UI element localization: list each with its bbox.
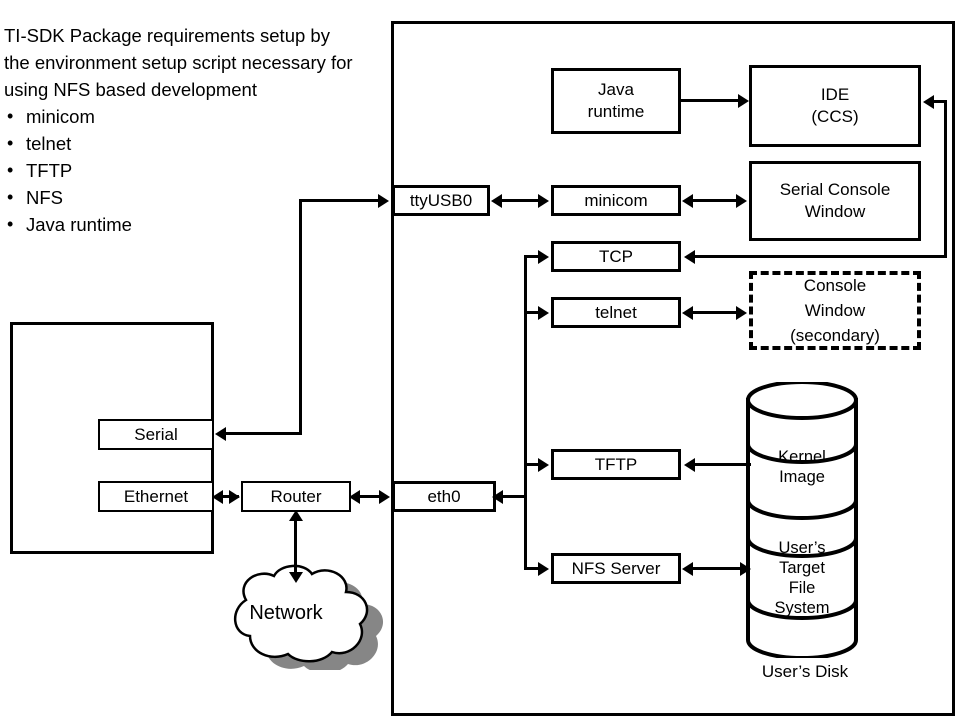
connector-ide-feedback-vertical [944,100,947,258]
disk-segment-target-filesystem: User’s Target File System [774,539,830,617]
serial-port-box[interactable]: Serial [98,419,214,450]
tftp-box[interactable]: TFTP [551,449,681,480]
users-disk-caption: User’s Disk [761,662,849,681]
arrowhead-up [289,510,303,521]
arrowhead-right [736,305,747,320]
list-item: telnet [4,130,354,157]
arrowhead-left [923,95,934,109]
arrowhead-right [538,193,549,208]
arrowhead-right [538,249,549,264]
arrowhead-right [740,561,751,576]
connector-disk-to-tftp [695,463,751,466]
java-runtime-box[interactable]: Java runtime [551,68,681,134]
connector-minicom-serialconsole [685,199,741,202]
connector-nfs-to-disk [685,567,747,570]
list-item: TFTP [4,157,354,184]
arrowhead-right [736,193,747,208]
arrowhead-left [684,250,695,264]
arrowhead-right [538,561,549,576]
requirements-heading: TI-SDK Package requirements setup by the… [4,25,353,100]
arrowhead-left [682,193,693,208]
router-box[interactable]: Router [241,481,351,512]
arrowhead-left [215,427,226,441]
network-cloud-label: Network [249,602,323,624]
arrowhead-left [349,490,360,504]
connector-eth0-bus-vertical [524,255,527,568]
arrowhead-right [538,305,549,320]
eth0-box[interactable]: eth0 [392,481,496,512]
arrowhead-down [289,572,303,583]
connector-ttyusb0-elbow-top [299,199,379,202]
connector-eth0-to-bus [503,495,527,498]
list-item: minicom [4,103,354,130]
console-window-secondary-box[interactable]: Console Window (secondary) [749,271,921,350]
arrowhead-left [491,193,502,208]
arrowhead-left [682,561,693,576]
diagram-canvas: TI-SDK Package requirements setup by the… [0,0,960,720]
arrowhead-left [492,490,503,504]
arrowhead-right [229,490,240,504]
arrowhead-right [738,93,749,108]
connector-java-to-ide [681,99,739,102]
connector-router-network [294,516,297,576]
ethernet-port-box[interactable]: Ethernet [98,481,214,512]
connector-telnet-console [685,311,741,314]
nfs-server-box[interactable]: NFS Server [551,553,681,584]
tty-usb0-box[interactable]: ttyUSB0 [392,185,490,216]
arrowhead-right [538,457,549,472]
minicom-box[interactable]: minicom [551,185,681,216]
arrowhead-right [378,193,389,208]
connector-ttyusb0-elbow-vertical [299,199,302,435]
arrowhead-right [379,490,390,504]
arrowhead-left [684,458,695,472]
connector-ide-feedback-horizontal [695,255,947,258]
arrowhead-left [682,305,693,320]
serial-console-window-box[interactable]: Serial Console Window [749,161,921,241]
tcp-box[interactable]: TCP [551,241,681,272]
arrowhead-left [212,490,223,504]
telnet-box[interactable]: telnet [551,297,681,328]
disk-segment-kernel-image: Kernel Image [778,448,826,486]
connector-ide-feedback-into-ide [934,100,947,103]
connector-elbow-to-serial [226,432,302,435]
ide-ccs-box[interactable]: IDE (CCS) [749,65,921,147]
